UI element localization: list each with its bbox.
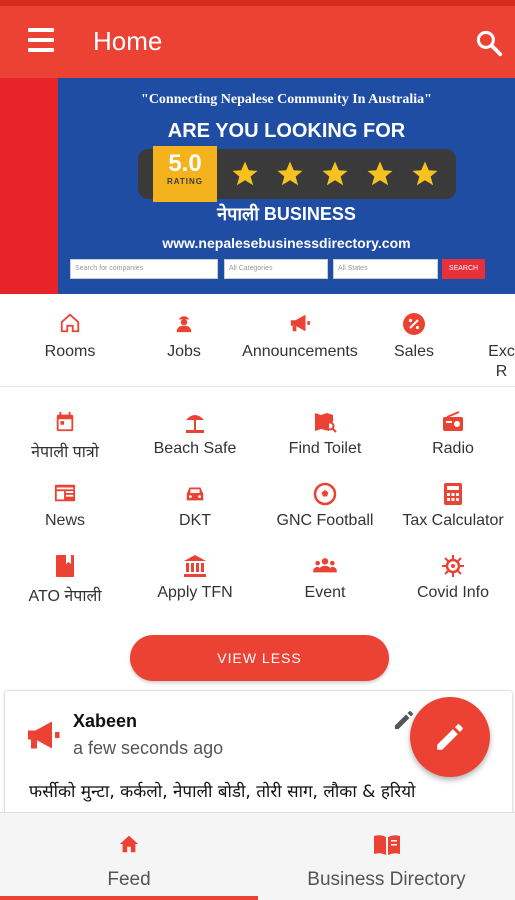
feature-label: Radio (432, 440, 474, 457)
book-icon (56, 555, 74, 577)
megaphone-icon (290, 314, 311, 332)
megaphone-icon (23, 717, 63, 753)
rating-badge: 5.0 RATING (153, 146, 217, 202)
radio-icon (443, 411, 463, 431)
feature-beach-safe[interactable]: Beach Safe (130, 410, 260, 458)
calendar-icon (56, 411, 74, 432)
feature-apply-tfn[interactable]: Apply TFN (130, 554, 260, 602)
feature-nepali-patro[interactable]: नेपाली पात्रो (0, 410, 130, 462)
post-text: फर्सीको मुन्टा, कर्कलो, नेपाली बोडी, तोर… (29, 782, 416, 802)
category-jobs[interactable]: Jobs (148, 312, 220, 362)
feature-label: Tax Calculator (402, 512, 504, 529)
feature-gnc-football[interactable]: GNC Football (260, 482, 390, 530)
banner-red-edge (0, 78, 58, 294)
group-icon (313, 558, 337, 573)
banner-tagline: "Connecting Nepalese Community In Austra… (141, 92, 432, 107)
feature-label: Covid Info (416, 584, 490, 601)
star-icon (322, 161, 348, 186)
nav-feed[interactable]: Feed (0, 813, 258, 900)
map-search-icon (315, 413, 337, 433)
feature-radio[interactable]: Radio (388, 410, 515, 458)
bottom-navigation: Feed Business Directory (0, 812, 515, 900)
feature-ato-nepali[interactable]: ATO नेपाली (0, 554, 130, 606)
search-icon[interactable] (474, 28, 504, 58)
rating-stars (230, 152, 440, 196)
feature-label: ATO नेपाली (28, 588, 102, 605)
feature-label: Apply TFN (157, 584, 233, 601)
feature-find-toilet[interactable]: Find Toilet (260, 410, 390, 458)
view-less-button[interactable]: VIEW LESS (130, 635, 389, 681)
banner-url: www.nepalesebusinessdirectory.com (162, 235, 411, 251)
football-icon (313, 482, 337, 506)
banner-search-button: SEARCH (442, 259, 485, 279)
book-open-icon (373, 835, 400, 855)
post-author: Xabeen (73, 711, 138, 731)
promo-banner[interactable]: "Connecting Nepalese Community In Austra… (0, 78, 515, 294)
bank-icon (184, 555, 206, 577)
category-label: Jobs (167, 343, 201, 360)
post-timestamp: a few seconds ago (73, 738, 224, 758)
home-icon (119, 835, 139, 853)
category-exchange[interactable]: Exc R (488, 312, 515, 382)
category-sales[interactable]: Sales (378, 312, 450, 362)
calculator-icon (444, 483, 462, 505)
star-icon (232, 161, 258, 186)
feature-covid-info[interactable]: Covid Info (388, 554, 515, 602)
page-title: Home (93, 26, 163, 56)
car-icon (186, 487, 204, 501)
menu-icon[interactable] (28, 28, 64, 56)
rating-value: 5.0 (168, 150, 202, 177)
feature-label: नेपाली पात्रो (31, 444, 99, 461)
nav-business-directory[interactable]: Business Directory (258, 813, 515, 900)
star-icon (277, 161, 303, 186)
beach-umbrella-icon (186, 415, 204, 433)
rating-label: RATING (166, 177, 204, 186)
worker-icon (176, 316, 192, 333)
feature-label: GNC Football (276, 512, 374, 529)
banner-state-select: All States (333, 259, 438, 279)
feature-label: DKT (179, 512, 211, 529)
newspaper-icon (54, 484, 76, 502)
compose-post-button[interactable] (410, 697, 490, 777)
banner-subheading: नेपाली BUSINESS (217, 204, 356, 224)
category-label: Announcements (242, 343, 358, 360)
home-icon (60, 313, 80, 333)
feature-dkt[interactable]: DKT (130, 482, 260, 530)
pencil-icon (437, 724, 463, 750)
active-tab-indicator (0, 896, 258, 900)
discount-icon (403, 313, 425, 335)
nav-feed-label: Feed (107, 869, 151, 890)
nav-business-directory-label: Business Directory (307, 869, 466, 890)
category-announcements[interactable]: Announcements (240, 312, 360, 362)
star-icon (367, 161, 393, 186)
banner-category-select: All Categories (224, 259, 328, 279)
category-label: Exc R (488, 343, 515, 380)
feature-tax-calculator[interactable]: Tax Calculator (388, 482, 515, 530)
virus-icon (442, 555, 464, 577)
banner-heading: ARE YOU LOOKING FOR (167, 120, 406, 142)
feature-label: Find Toilet (288, 440, 362, 457)
feature-label: Event (304, 584, 346, 601)
feature-event[interactable]: Event (260, 554, 390, 602)
feature-news[interactable]: News (0, 482, 130, 530)
star-icon (412, 161, 438, 186)
feature-label: News (44, 512, 85, 529)
category-label: Rooms (44, 343, 96, 360)
category-label: Sales (393, 343, 435, 360)
category-scroll-row[interactable]: Rooms Jobs Announcements Sales Exc R (0, 294, 515, 387)
feature-label: Beach Safe (153, 440, 237, 457)
banner-search-field: Search for companies (70, 259, 218, 279)
app-bar: Home (0, 6, 515, 78)
category-rooms[interactable]: Rooms (30, 312, 110, 362)
